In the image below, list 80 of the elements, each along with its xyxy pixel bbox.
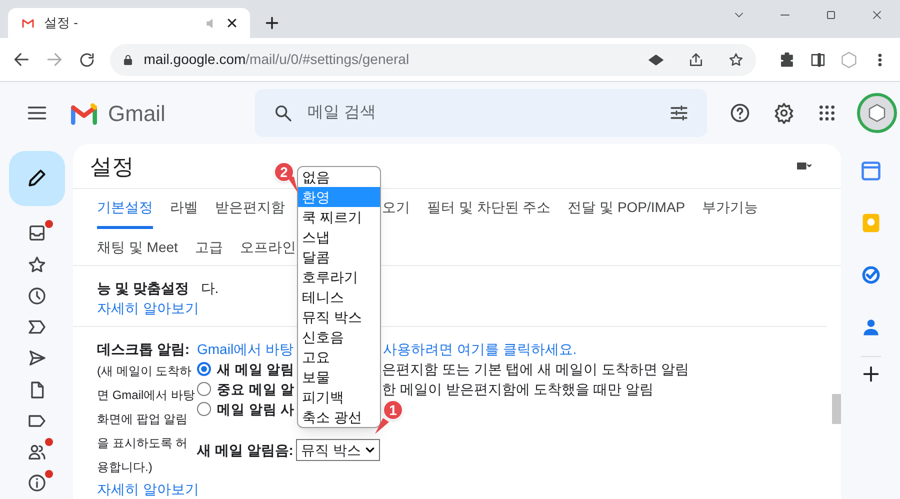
page-title: 설정 <box>90 152 134 181</box>
setting-description: (새 메일이 도착하면 Gmail에서 바탕화면에 팝업 알림을 표시하도록 허용합니다.) <box>97 363 196 476</box>
app-name: Gmail <box>108 100 166 128</box>
search-field[interactable]: 메일 검색 <box>255 89 708 137</box>
send-icon <box>26 348 46 368</box>
filter-sliders-icon[interactable] <box>669 103 690 123</box>
radio-label: 중요 메일 알 <box>217 382 295 396</box>
side-panel-icon[interactable] <box>810 52 826 68</box>
sound-option[interactable]: 신호음 <box>298 327 380 347</box>
search-icon[interactable] <box>273 103 294 123</box>
callout-pointer <box>375 418 389 434</box>
plus-icon[interactable] <box>862 365 880 383</box>
sound-select[interactable]: 뮤직 박스 <box>296 439 380 461</box>
clock-icon <box>26 286 46 306</box>
setting-label: 능 및 맞춤설정 <box>97 279 189 298</box>
people-icon <box>26 442 46 462</box>
scrollbar-thumb[interactable] <box>832 394 841 424</box>
settings-tab[interactable]: 오프라인 <box>240 236 296 258</box>
sound-option[interactable]: 호루라기 <box>298 267 380 287</box>
avatar[interactable] <box>857 93 898 133</box>
settings-tab[interactable]: 채팅 및 Meet <box>97 236 178 258</box>
sound-option[interactable]: 축소 광선 <box>298 407 380 427</box>
sound-option[interactable]: 뮤직 박스 <box>298 307 380 327</box>
sound-option[interactable]: 스냅 <box>298 227 380 247</box>
star-icon <box>26 254 46 275</box>
settings-tab[interactable]: 고급 <box>194 236 223 258</box>
pencil-icon <box>26 167 48 190</box>
apps-grid-icon[interactable] <box>817 103 838 123</box>
search-placeholder: 메일 검색 <box>307 103 377 123</box>
maximize-icon[interactable] <box>824 8 838 22</box>
new-tab-icon[interactable] <box>264 15 280 31</box>
chevron-down-icon <box>365 445 375 455</box>
address-bar[interactable]: mail.google.com/mail/u/0/#settings/general <box>110 44 756 76</box>
sound-option[interactable]: 없음 <box>298 167 380 187</box>
settings-tab[interactable]: 전달 및 POP/IMAP <box>568 189 686 230</box>
inbox-icon <box>26 223 46 244</box>
close-icon[interactable] <box>870 8 884 22</box>
settings-icon[interactable] <box>773 102 796 124</box>
radio-label: 메일 알림 사 <box>217 402 295 416</box>
radio-label: 새 메일 알림 <box>217 362 295 376</box>
browser-tab[interactable]: 설정 - <box>8 8 250 38</box>
reload-icon[interactable] <box>78 50 96 68</box>
radio-button[interactable] <box>197 382 211 396</box>
checkmark-circle-icon[interactable] <box>860 264 882 286</box>
radio-button[interactable] <box>197 362 211 376</box>
sound-option[interactable]: 쿡 찌르기 <box>298 207 380 227</box>
sound-option[interactable]: 고요 <box>298 347 380 367</box>
help-icon[interactable] <box>729 102 752 124</box>
setting-text: 다. <box>200 279 219 298</box>
settings-tab[interactable]: 기본설정 <box>97 189 153 230</box>
back-icon[interactable] <box>12 50 31 69</box>
sound-options-list[interactable]: 없음 환영 쿡 찌르기 스냅 달콤 호루라기 테니스 뮤직 박스 신호음 고요 보물 피기백 축소 광선 <box>297 166 381 428</box>
settings-tab[interactable]: 오기 <box>382 189 410 230</box>
lock-icon <box>122 52 134 66</box>
calendar-icon[interactable] <box>860 160 882 182</box>
radio-label: 은편지함 또는 기본 탭에 새 메일이 도착하면 알림 <box>382 360 690 379</box>
info-icon <box>26 473 46 494</box>
settings-tab[interactable]: 필터 및 차단된 주소 <box>427 189 551 230</box>
radio-label: 한 메일이 받은편지함에 도착했을 때만 알림 <box>382 380 654 399</box>
setting-label: 새 메일 알림음: <box>197 441 294 460</box>
callout-pointer <box>286 175 298 193</box>
settings-tab[interactable]: 부가기능 <box>702 189 758 230</box>
share-icon[interactable] <box>688 52 704 68</box>
compose-button[interactable] <box>8 151 64 206</box>
url-text: mail.google.com/mail/u/0/#settings/general <box>144 50 410 69</box>
sound-option[interactable]: 피기백 <box>298 387 380 407</box>
sound-option[interactable]: 보물 <box>298 367 380 387</box>
radio-button[interactable] <box>197 402 211 416</box>
gmail-logo-icon <box>20 17 36 29</box>
learn-more-link[interactable]: 자세히 알아보기 <box>97 300 199 316</box>
star-icon[interactable] <box>728 52 744 68</box>
sound-option[interactable]: 테니스 <box>298 287 380 307</box>
tab-title: 설정 - <box>44 14 79 32</box>
enable-notifications-link[interactable]: Gmail에서 바탕 <box>197 341 294 357</box>
sound-option[interactable]: 달콤 <box>298 247 380 267</box>
settings-tab[interactable]: 라벨 <box>170 189 198 230</box>
enable-notifications-link[interactable]: 사용하려면 여기를 클릭하세요. <box>383 339 577 359</box>
settings-tab[interactable]: 받은편지함 <box>215 189 285 230</box>
close-icon[interactable] <box>226 17 238 29</box>
setting-label: 데스크톱 알림: <box>97 340 191 359</box>
